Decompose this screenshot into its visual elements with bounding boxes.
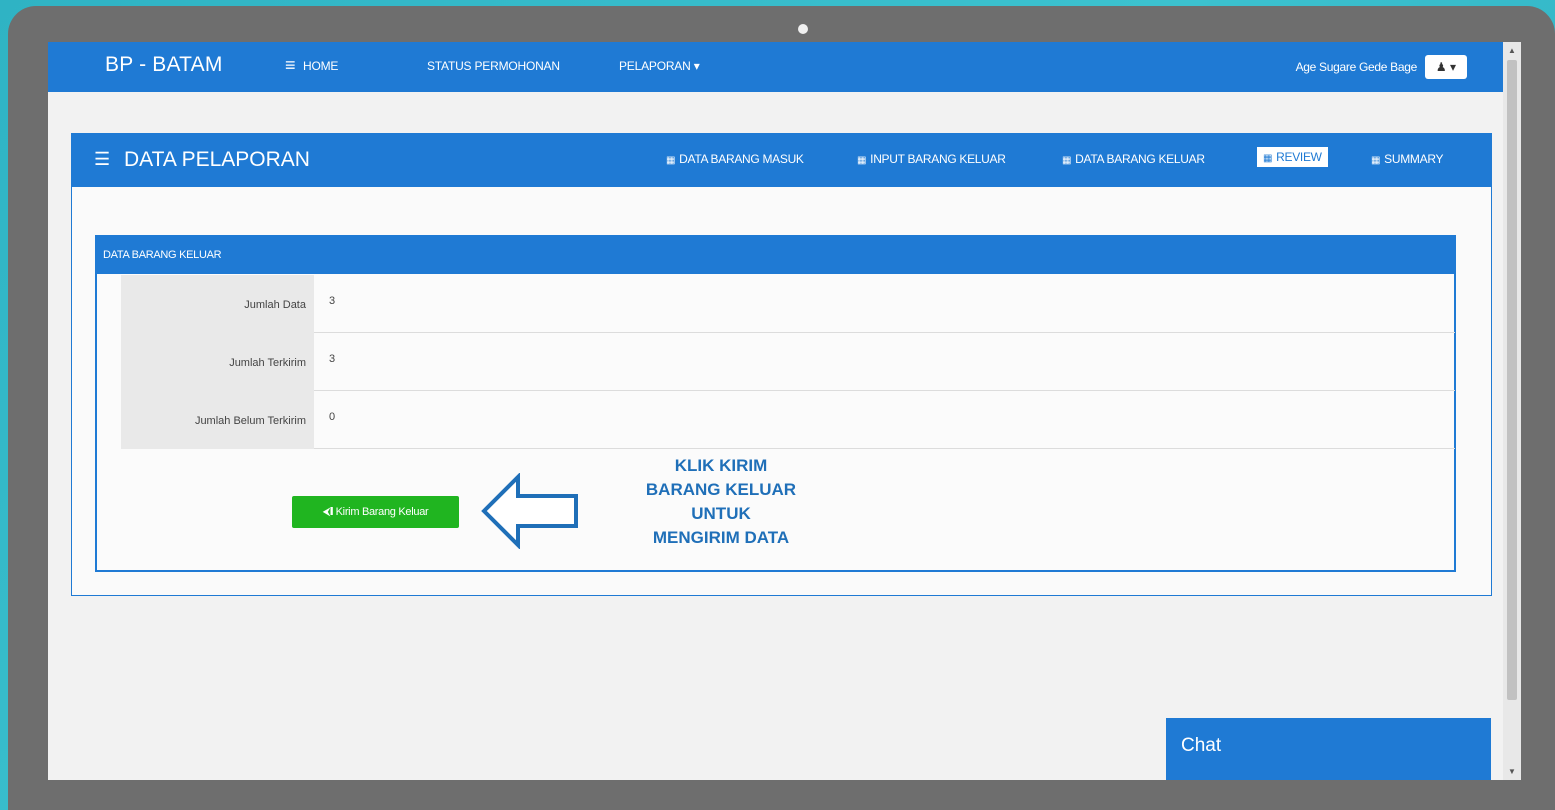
left-arrow-icon <box>481 473 578 549</box>
list-icon: ☰ <box>94 149 111 169</box>
table-row: Jumlah Terkirim 3 <box>121 333 1455 391</box>
row-label-jumlah-belum-terkirim: Jumlah Belum Terkirim <box>121 391 314 449</box>
callout-line: MENGIRIM DATA <box>652 528 790 547</box>
table-row: Jumlah Data 3 <box>121 275 1455 333</box>
camera-icon <box>798 24 808 34</box>
tab-input-barang-keluar[interactable]: ▦ INPUT BARANG KELUAR <box>857 152 1006 166</box>
instruction-callout: KLIK KIRIM BARANG KELUAR UNTUK MENGIRIM … <box>631 454 811 550</box>
kirim-barang-keluar-button[interactable]: ⮜❙ Kirim Barang Keluar <box>292 496 459 528</box>
brand-logo[interactable]: BP - BATAM <box>105 53 223 77</box>
chevron-down-icon: ▾ <box>1450 60 1457 74</box>
user-name: Age Sugare Gede Bage <box>1295 60 1418 74</box>
scroll-down-icon[interactable]: ▼ <box>1508 767 1516 776</box>
summary-table: Jumlah Data 3 Jumlah Terkirim 3 Jumlah B… <box>121 275 1455 449</box>
scroll-up-icon[interactable]: ▲ <box>1508 46 1516 55</box>
panel-title: DATA PELAPORAN <box>124 148 310 171</box>
grid-icon: ▦ <box>1263 153 1273 164</box>
table-row: Jumlah Belum Terkirim 0 <box>121 391 1455 449</box>
nav-status-permohonan[interactable]: STATUS PERMOHONAN <box>427 59 560 73</box>
callout-line: BARANG KELUAR <box>645 480 797 499</box>
scroll-thumb[interactable] <box>1507 60 1517 700</box>
top-navbar: BP - BATAM ≡ HOME STATUS PERMOHONAN PELA… <box>48 42 1503 92</box>
browser-screen: BP - BATAM ≡ HOME STATUS PERMOHONAN PELA… <box>48 42 1521 780</box>
hamburger-icon[interactable]: ≡ <box>285 55 296 76</box>
row-value-jumlah-terkirim: 3 <box>329 353 336 365</box>
nav-pelaporan-dropdown[interactable]: PELAPORAN ▾ <box>619 59 700 73</box>
section-title: DATA BARANG KELUAR <box>97 237 1454 274</box>
tab-review[interactable]: ▦ REVIEW <box>1257 147 1328 167</box>
tab-summary[interactable]: ▦ SUMMARY <box>1371 152 1443 166</box>
grid-icon: ▦ <box>857 155 867 166</box>
vertical-scrollbar[interactable]: ▲ ▼ <box>1503 42 1521 780</box>
callout-line: UNTUK <box>691 504 751 523</box>
callout-line: KLIK KIRIM <box>674 456 768 475</box>
panel-header: ☰ DATA PELAPORAN ▦ DATA BARANG MASUK ▦ INP… <box>72 134 1491 187</box>
user-menu-button[interactable]: ♟ ▾ <box>1425 55 1467 79</box>
grid-icon: ▦ <box>666 155 676 166</box>
row-label-jumlah-data: Jumlah Data <box>121 275 314 333</box>
tab-data-barang-keluar[interactable]: ▦ DATA BARANG KELUAR <box>1062 152 1205 166</box>
row-value-jumlah-belum-terkirim: 0 <box>329 411 336 423</box>
tab-data-barang-masuk[interactable]: ▦ DATA BARANG MASUK <box>666 152 804 166</box>
row-value-jumlah-data: 3 <box>329 295 336 307</box>
grid-icon: ▦ <box>1371 155 1381 166</box>
row-label-jumlah-terkirim: Jumlah Terkirim <box>121 333 314 391</box>
chat-widget[interactable]: Chat <box>1166 718 1491 780</box>
grid-icon: ▦ <box>1062 155 1072 166</box>
user-icon: ♟ <box>1435 60 1447 74</box>
nav-home[interactable]: HOME <box>303 59 338 73</box>
